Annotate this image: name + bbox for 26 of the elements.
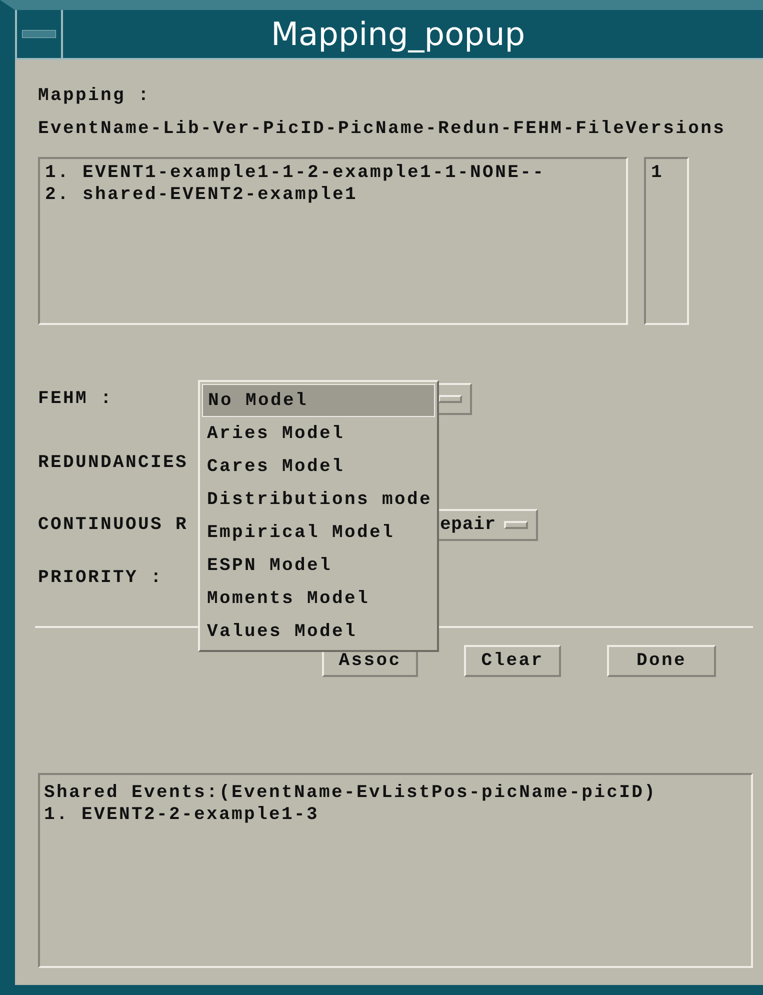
mapping-label: Mapping : [38,85,152,107]
list-item: 1. EVENT2-2-example1-3 [44,804,320,826]
menu-item[interactable]: Moments Model [202,582,435,615]
push-button[interactable]: Clear [464,645,561,677]
event-list[interactable]: 1. EVENT1-example1-1-2-example1-1-NONE-- 2. shared-EVENT2-example1 [38,157,628,325]
menu-item[interactable]: ESPN Model [202,549,435,582]
list-item: Shared Events:(EventName-EvListPos-picName-picID) [44,782,658,804]
menu-item[interactable]: Empirical Model [202,516,435,549]
menu-item[interactable]: Values Model [202,615,435,648]
side-list[interactable]: 1 [644,157,689,325]
field-label: REDUNDANCIES [38,452,190,474]
list-item[interactable]: 2. shared-EVENT2-example1 [45,184,621,206]
menu-item[interactable]: No Model [202,384,435,417]
field-label: FEHM : [38,388,114,410]
push-button[interactable]: Done [607,645,716,677]
menu-item[interactable]: Aries Model [202,417,435,450]
window-title: Mapping_popup [270,14,526,55]
field-label: PRIORITY : [38,567,164,589]
field-label: CONTINUOUS R [38,514,190,536]
list-item[interactable]: 1. EVENT1-example1-1-2-example1-1-NONE-- [45,162,621,184]
mapping-format: EventName-Lib-Ver-PicID-PicName-Redun-FEHM-FileVersions [38,118,727,140]
menu-item[interactable]: Cares Model [202,450,435,483]
window-menu-icon[interactable] [22,30,56,38]
menu-item[interactable]: Distributions mode [202,483,435,516]
list-item[interactable]: 1 [651,162,682,184]
option-indicator-icon [504,521,528,529]
